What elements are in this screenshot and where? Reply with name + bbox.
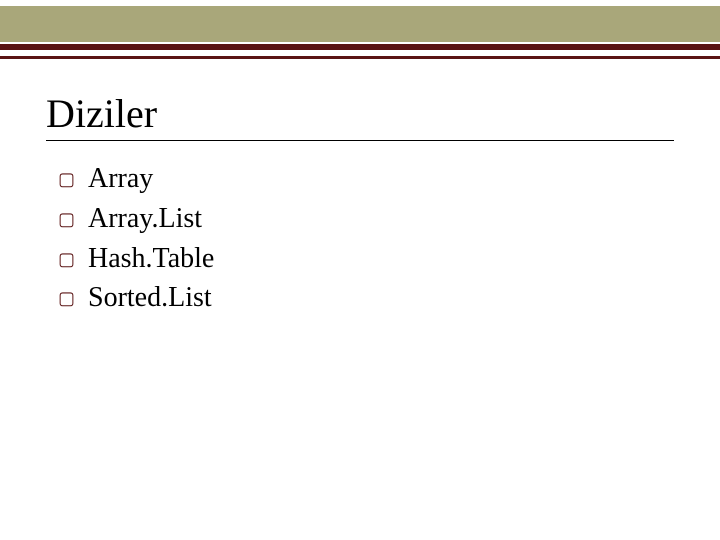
- list-item: ▢ Hash.Table: [58, 240, 674, 278]
- square-bullet-icon: ▢: [58, 207, 88, 231]
- bullet-list: ▢ Array ▢ Array.List ▢ Hash.Table ▢ Sort…: [58, 160, 674, 319]
- slide: Diziler ▢ Array ▢ Array.List ▢ Hash.Tabl…: [0, 0, 720, 540]
- slide-title: Diziler: [46, 92, 674, 136]
- list-item-label: Hash.Table: [88, 240, 674, 278]
- square-bullet-icon: ▢: [58, 286, 88, 310]
- title-underline: [46, 140, 674, 141]
- decorative-rule-thin: [0, 56, 720, 59]
- list-item-label: Array: [88, 160, 674, 198]
- decorative-rule-thick: [0, 44, 720, 50]
- list-item: ▢ Array.List: [58, 200, 674, 238]
- list-item-label: Array.List: [88, 200, 674, 238]
- title-area: Diziler: [46, 92, 674, 141]
- square-bullet-icon: ▢: [58, 247, 88, 271]
- list-item: ▢ Array: [58, 160, 674, 198]
- decorative-band: [0, 6, 720, 42]
- list-item: ▢ Sorted.List: [58, 279, 674, 317]
- list-item-label: Sorted.List: [88, 279, 674, 317]
- square-bullet-icon: ▢: [58, 167, 88, 191]
